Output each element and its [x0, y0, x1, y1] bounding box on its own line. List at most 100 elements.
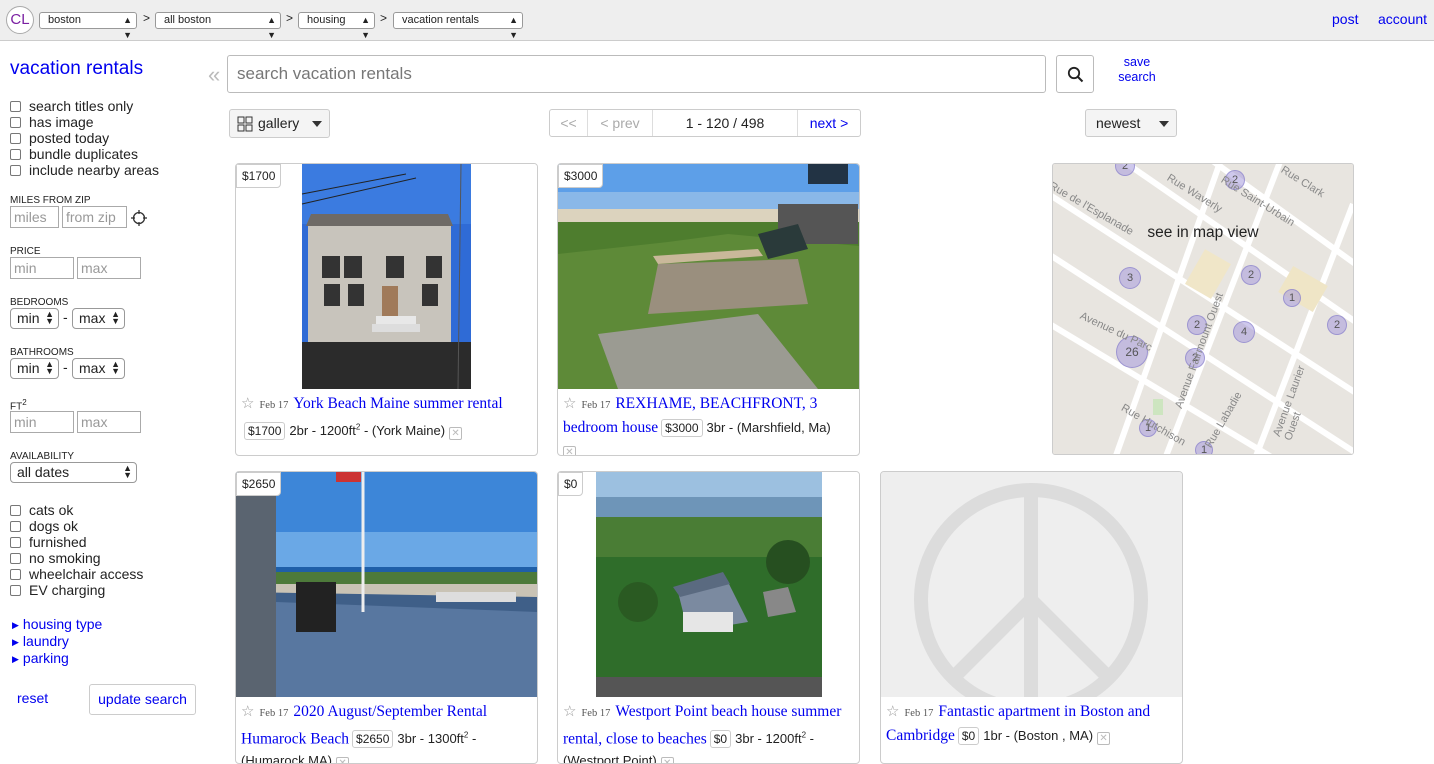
updown-arrow-icon: ▲ ▼: [267, 15, 276, 40]
listing-card[interactable]: $1700 ☆ Feb 17 York Beach Maine summer ren…: [235, 163, 538, 456]
collapse-sidebar-icon[interactable]: «: [208, 62, 220, 88]
updown-arrow-icon: ▲ ▼: [123, 463, 132, 480]
checkbox-ev-charging[interactable]: EV charging: [10, 582, 105, 598]
listing-card[interactable]: $0 ☆ Feb 17 Westport Point beach house sum…: [557, 471, 860, 764]
price-box: $0: [957, 727, 980, 745]
sort-dropdown[interactable]: newest: [1085, 109, 1177, 137]
zip-input[interactable]: from zip: [62, 206, 127, 228]
bathrooms-min-select[interactable]: min ▲ ▼: [10, 358, 59, 379]
account-link[interactable]: account: [1378, 11, 1427, 27]
checkbox-has-image[interactable]: has image: [10, 114, 94, 130]
checkbox-no-smoking[interactable]: no smoking: [10, 550, 101, 566]
search-button[interactable]: [1056, 55, 1094, 93]
breadcrumb-category[interactable]: housing ▲ ▼: [298, 12, 375, 40]
map-view-tile[interactable]: see in map view 2 2 3 2 1 2 4 2 26 2 1 1…: [1052, 163, 1354, 455]
favorite-star-icon[interactable]: ☆: [563, 394, 576, 412]
first-page-button[interactable]: <<: [550, 110, 588, 136]
updown-arrow-icon: ▲ ▼: [45, 359, 54, 376]
expander-laundry[interactable]: ▶ laundry: [12, 633, 69, 649]
sqft-max-input[interactable]: max: [77, 411, 141, 433]
checkbox-bundle-duplicates[interactable]: bundle duplicates: [10, 146, 138, 162]
category-title[interactable]: vacation rentals: [10, 58, 143, 80]
caret-down-icon: [1159, 121, 1169, 127]
hide-listing-icon[interactable]: ✕: [563, 446, 576, 455]
checkbox[interactable]: [10, 149, 21, 160]
map-cluster[interactable]: 1: [1283, 289, 1301, 307]
checkbox-search-titles[interactable]: search titles only: [10, 98, 133, 114]
availability-label: AVAILABILITY: [10, 451, 75, 462]
checkbox[interactable]: [10, 117, 21, 128]
price-min-input[interactable]: min: [10, 257, 74, 279]
top-bar: CL boston ▲ ▼ > all boston ▲ ▼ > housing ▲ ▼ >…: [0, 0, 1434, 41]
hide-listing-icon[interactable]: ✕: [449, 427, 463, 441]
next-page-button[interactable]: next >: [798, 110, 860, 136]
checkbox-wheelchair[interactable]: wheelchair access: [10, 566, 143, 582]
breadcrumb-city[interactable]: boston ▲ ▼: [39, 12, 137, 40]
price-max-input[interactable]: max: [77, 257, 141, 279]
page-range: 1 - 120 / 498: [653, 110, 798, 136]
triangle-right-icon: ▶: [12, 654, 19, 664]
checkbox[interactable]: [10, 537, 21, 548]
map-view-label: see in map view: [1147, 224, 1259, 241]
listing-image[interactable]: [236, 472, 537, 697]
price-badge: $3000: [558, 164, 604, 188]
craigslist-logo[interactable]: CL: [6, 6, 34, 34]
map-cluster[interactable]: 2: [1327, 315, 1347, 335]
search-input[interactable]: search vacation rentals: [227, 55, 1046, 93]
sqft-min-input[interactable]: min: [10, 411, 74, 433]
breadcrumb-area[interactable]: all boston ▲ ▼: [155, 12, 281, 40]
checkbox-cats-ok[interactable]: cats ok: [10, 502, 73, 518]
miles-input[interactable]: miles: [10, 206, 59, 228]
checkbox[interactable]: [10, 585, 21, 596]
expander-parking[interactable]: ▶ parking: [12, 650, 69, 666]
reset-link[interactable]: reset: [17, 690, 48, 706]
favorite-star-icon[interactable]: ☆: [886, 702, 899, 720]
favorite-star-icon[interactable]: ☆: [563, 702, 576, 720]
checkbox[interactable]: [10, 569, 21, 580]
breadcrumb-subcategory[interactable]: vacation rentals ▲ ▼: [393, 12, 523, 40]
availability-select[interactable]: all dates ▲ ▼: [10, 462, 137, 483]
caret-down-icon: [312, 121, 322, 127]
bedrooms-min-select[interactable]: min ▲ ▼: [10, 308, 59, 329]
listing-image[interactable]: [558, 164, 859, 389]
listing-image[interactable]: [236, 164, 537, 389]
favorite-star-icon[interactable]: ☆: [241, 394, 254, 412]
checkbox[interactable]: [10, 553, 21, 564]
post-link[interactable]: post: [1332, 11, 1358, 27]
listing-photo: [558, 164, 859, 389]
peace-sign-placeholder-icon: [914, 483, 1148, 697]
checkbox-dogs-ok[interactable]: dogs ok: [10, 518, 78, 534]
checkbox[interactable]: [10, 165, 21, 176]
listing-title[interactable]: York Beach Maine summer rental: [293, 395, 502, 412]
listing-details: 1br - (Boston , MA): [983, 728, 1094, 743]
checkbox[interactable]: [10, 505, 21, 516]
checkbox[interactable]: [10, 101, 21, 112]
bathrooms-label: BATHROOMS: [10, 347, 74, 358]
bathrooms-max-select[interactable]: max ▲ ▼: [72, 358, 125, 379]
locate-icon[interactable]: [131, 210, 147, 226]
hide-listing-icon[interactable]: ✕: [1097, 732, 1111, 745]
map-cluster[interactable]: 4: [1233, 321, 1255, 343]
map-cluster[interactable]: 3: [1119, 267, 1141, 289]
save-search-link[interactable]: save search: [1112, 55, 1162, 85]
listing-photo: [301, 164, 471, 389]
expander-housing-type[interactable]: ▶ housing type: [12, 616, 102, 632]
listing-card[interactable]: ☆ Feb 17 Fantastic apartment in Boston and…: [880, 471, 1183, 764]
checkbox-furnished[interactable]: furnished: [10, 534, 87, 550]
favorite-star-icon[interactable]: ☆: [241, 702, 254, 720]
view-mode-dropdown[interactable]: gallery: [229, 109, 330, 138]
prev-page-button[interactable]: < prev: [588, 110, 653, 136]
triangle-right-icon: ▶: [12, 620, 19, 630]
update-search-button[interactable]: update search: [89, 684, 196, 715]
checkbox[interactable]: [10, 521, 21, 532]
listing-card[interactable]: $2650 ☆ Feb 17 2020 August/September Renta…: [235, 471, 538, 764]
bedrooms-max-select[interactable]: max ▲ ▼: [72, 308, 125, 329]
listing-image[interactable]: [558, 472, 859, 697]
listing-card[interactable]: $3000 ☆ Feb 17 REXHAME, BEACHFRONT, 3 bedr…: [557, 163, 860, 456]
listing-meta: ☆ Feb 17 York Beach Maine summer rental $17…: [241, 394, 503, 441]
checkbox[interactable]: [10, 133, 21, 144]
checkbox-posted-today[interactable]: posted today: [10, 130, 109, 146]
checkbox-include-nearby[interactable]: include nearby areas: [10, 162, 159, 178]
map-cluster[interactable]: 2: [1241, 265, 1261, 285]
listing-image[interactable]: [881, 472, 1182, 697]
